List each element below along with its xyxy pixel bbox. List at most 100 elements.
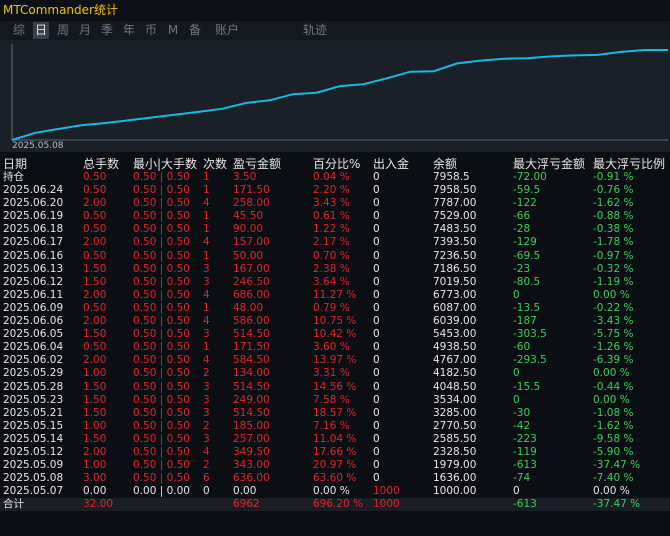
cell-io: 0: [373, 328, 380, 341]
cell-lots: 1.50: [83, 275, 107, 288]
cell-io: 0: [373, 406, 380, 419]
cell-ddamt: -74: [513, 472, 531, 485]
cell-minmax: 0.50 | 0.50: [133, 262, 190, 275]
row-date: 2025.05.07: [3, 485, 64, 498]
cell-balance: 2585.50: [433, 432, 477, 445]
cell-lots: 2.00: [83, 197, 107, 210]
cell-io: 0: [373, 184, 380, 197]
table-row[interactable]: 2025.05.08 3.00 0.50 | 0.50 6 636.00 63.60 % 0…: [0, 472, 670, 485]
table-row[interactable]: 2025.06.19 0.50 0.50 | 0.50 1 45.50 0.61 % 0 75…: [0, 210, 670, 223]
table-row[interactable]: 2025.05.12 2.00 0.50 | 0.50 4 349.50 17.66 % 0…: [0, 446, 670, 459]
table-row[interactable]: 2025.05.15 1.00 0.50 | 0.50 2 185.00 7.16 % 0 2…: [0, 420, 670, 433]
table-row[interactable]: 2025.05.23 1.50 0.50 | 0.50 3 249.00 7.58 % 0 3…: [0, 394, 670, 407]
table-row[interactable]: 2025.05.09 1.00 0.50 | 0.50 2 343.00 20.97 % 0…: [0, 459, 670, 472]
cell-balance: 7958.5: [433, 171, 470, 183]
tab-8[interactable]: 备: [188, 22, 202, 39]
cell-ddpct: 0.00 %: [593, 288, 630, 301]
table-row[interactable]: 2025.06.18 0.50 0.50 | 0.50 1 90.00 1.22 % 0 74…: [0, 223, 670, 236]
cell-count: 3: [203, 432, 210, 445]
table-row[interactable]: 2025.06.11 2.00 0.50 | 0.50 4 686.00 11.27 % 0…: [0, 289, 670, 302]
cell-ddpct: -0.44 %: [593, 380, 634, 393]
cell-count: 2: [203, 367, 210, 380]
cell-minmax: 0.50 | 0.50: [133, 472, 190, 485]
cell-count: 2: [203, 459, 210, 472]
tab-6[interactable]: 币: [144, 22, 158, 39]
table-row[interactable]: 2025.06.02 2.00 0.50 | 0.50 4 584.50 13.97 % 0…: [0, 354, 670, 367]
cell-pct: 17.66 %: [313, 445, 357, 458]
cell-pnl: 3.50: [233, 171, 257, 183]
table-row[interactable]: 2025.06.20 2.00 0.50 | 0.50 4 258.00 3.43 % 0 7…: [0, 197, 670, 210]
cell-pct: 2.38 %: [313, 262, 350, 275]
tab-0[interactable]: 综: [12, 22, 26, 39]
cell-lots: 0.50: [83, 341, 107, 354]
cell-io: 1000: [373, 485, 400, 498]
table-row[interactable]: 2025.06.05 1.50 0.50 | 0.50 3 514.50 10.42 % 0…: [0, 328, 670, 341]
row-date: 2025.05.21: [3, 406, 64, 419]
cell-pnl: 45.50: [233, 210, 264, 223]
cell-minmax: 0.50 | 0.50: [133, 171, 190, 183]
cell-io: 0: [373, 249, 380, 262]
cell-ddpct: -1.26 %: [593, 341, 634, 354]
cell-count: 1: [203, 184, 210, 197]
cell-minmax: 0.50 | 0.50: [133, 236, 190, 249]
table-row[interactable]: 2025.05.07 0.00 0.00 | 0.00 0 0.00 0.00 % 1000…: [0, 485, 670, 498]
cell-lots: 0.50: [83, 210, 107, 223]
table-row[interactable]: 2025.06.24 0.50 0.50 | 0.50 1 171.50 2.20 % 0 7…: [0, 184, 670, 197]
table-row[interactable]: 2025.06.13 1.50 0.50 | 0.50 3 167.00 2.38 % 0 7…: [0, 263, 670, 276]
cell-ddamt: 0: [513, 288, 520, 301]
cell-lots: 0.50: [83, 171, 107, 183]
tab-9[interactable]: 账户: [212, 22, 242, 39]
cell-pnl: 514.50: [233, 328, 270, 341]
table-row[interactable]: 2025.05.29 1.00 0.50 | 0.50 2 134.00 3.31 % 0 4…: [0, 367, 670, 380]
cell-ddpct: -7.40 %: [593, 472, 634, 485]
cell-pct: 11.04 %: [313, 432, 357, 445]
total-pnl: 6962: [233, 498, 260, 511]
cell-pct: 20.97 %: [313, 459, 357, 472]
cell-ddamt: -72.00: [513, 171, 547, 183]
tab-3[interactable]: 月: [78, 22, 92, 39]
cell-pct: 13.97 %: [313, 354, 357, 367]
tab-1[interactable]: 日: [33, 22, 49, 39]
cell-minmax: 0.50 | 0.50: [133, 275, 190, 288]
cell-count: 1: [203, 171, 210, 183]
tab-10[interactable]: 轨迹: [300, 22, 330, 39]
row-date: 2025.06.12: [3, 275, 64, 288]
cell-pct: 3.64 %: [313, 275, 350, 288]
cell-balance: 6773.00: [433, 288, 477, 301]
cell-pct: 14.56 %: [313, 380, 357, 393]
cell-lots: 2.00: [83, 288, 107, 301]
table-total-row: 合计 32.00 6962 696.20 % 1000 -613 -37.47 %: [0, 498, 670, 512]
table-row[interactable]: 2025.06.06 2.00 0.50 | 0.50 4 586.00 10.75 % 0…: [0, 315, 670, 328]
table-row[interactable]: 2025.06.09 0.50 0.50 | 0.50 1 48.00 0.79 % 0 60…: [0, 302, 670, 315]
cell-lots: 1.50: [83, 393, 107, 406]
cell-balance: 7958.50: [433, 184, 477, 197]
cell-lots: 1.00: [83, 459, 107, 472]
tab-7[interactable]: M: [166, 22, 180, 39]
tab-2[interactable]: 周: [56, 22, 70, 39]
tab-5[interactable]: 年: [122, 22, 136, 39]
row-date: 持仓: [3, 171, 24, 183]
cell-balance: 4182.50: [433, 367, 477, 380]
cell-pnl: 514.50: [233, 406, 270, 419]
tab-4[interactable]: 季: [100, 22, 114, 39]
table-row[interactable]: 2025.06.16 0.50 0.50 | 0.50 1 50.00 0.70 % 0 72…: [0, 250, 670, 263]
table-row[interactable]: 2025.06.04 0.50 0.50 | 0.50 1 171.50 3.60 % 0 4…: [0, 341, 670, 354]
cell-pct: 18.57 %: [313, 406, 357, 419]
cell-ddamt: -66: [513, 210, 531, 223]
cell-ddpct: -0.97 %: [593, 249, 634, 262]
table-row[interactable]: 持仓 0.50 0.50 | 0.50 1 3.50 0.04 % 0 7958.5 -72.0…: [0, 171, 670, 184]
cell-balance: 7393.50: [433, 236, 477, 249]
cell-ddpct: -5.90 %: [593, 445, 634, 458]
cell-minmax: 0.50 | 0.50: [133, 393, 190, 406]
row-date: 2025.06.04: [3, 341, 64, 354]
cell-pct: 2.20 %: [313, 184, 350, 197]
table-row[interactable]: 2025.06.17 2.00 0.50 | 0.50 4 157.00 2.17 % 0 7…: [0, 236, 670, 249]
cell-pnl: 584.50: [233, 354, 270, 367]
cell-ddamt: -80.5: [513, 275, 541, 288]
table-row[interactable]: 2025.05.28 1.50 0.50 | 0.50 3 514.50 14.56 % 0…: [0, 381, 670, 394]
table-row[interactable]: 2025.05.14 1.50 0.50 | 0.50 3 257.00 11.04 % 0…: [0, 433, 670, 446]
cell-pct: 0.61 %: [313, 210, 350, 223]
cell-count: 1: [203, 210, 210, 223]
table-row[interactable]: 2025.05.21 1.50 0.50 | 0.50 3 514.50 18.57 % 0…: [0, 407, 670, 420]
table-row[interactable]: 2025.06.12 1.50 0.50 | 0.50 3 246.50 3.64 % 0 7…: [0, 276, 670, 289]
